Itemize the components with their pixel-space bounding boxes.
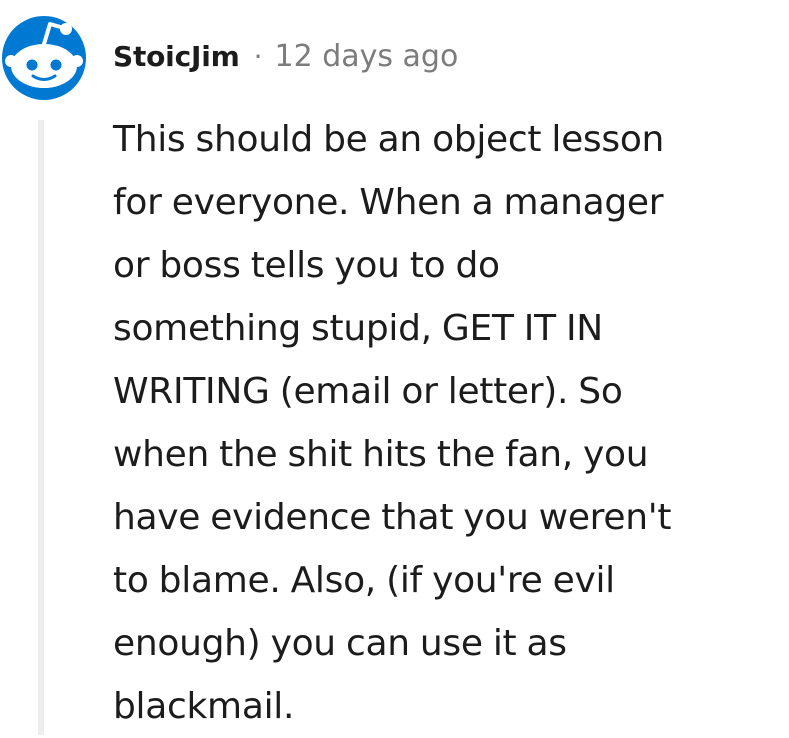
comment-body-line: WRITING (email or letter). So	[113, 371, 623, 412]
comment-body-line: to blame. Also, (if you're evil	[113, 560, 615, 601]
comment-body: This should be an object lesson for ever…	[113, 108, 783, 738]
comment-body-line: blackmail.	[113, 686, 295, 727]
comment-body-line: something stupid, GET IT IN	[113, 308, 603, 349]
reddit-snoo-icon	[2, 16, 86, 100]
comment: StoicJim · 12 days ago This should be an…	[0, 0, 789, 735]
comment-header: StoicJim · 12 days ago	[113, 34, 458, 78]
meta-separator: ·	[253, 39, 263, 73]
timestamp[interactable]: 12 days ago	[274, 39, 458, 74]
thread-line[interactable]	[38, 120, 44, 735]
username[interactable]: StoicJim	[113, 40, 240, 73]
comment-body-line: have evidence that you weren't	[113, 497, 672, 538]
comment-body-line: This should be an object lesson	[113, 119, 665, 160]
comment-body-line: when the shit hits the fan, you	[113, 434, 649, 475]
comment-body-line: for everyone. When a manager	[113, 182, 664, 223]
comment-body-line: or boss tells you to do	[113, 245, 500, 286]
avatar[interactable]	[0, 14, 88, 102]
comment-body-line: enough) you can use it as	[113, 623, 567, 664]
